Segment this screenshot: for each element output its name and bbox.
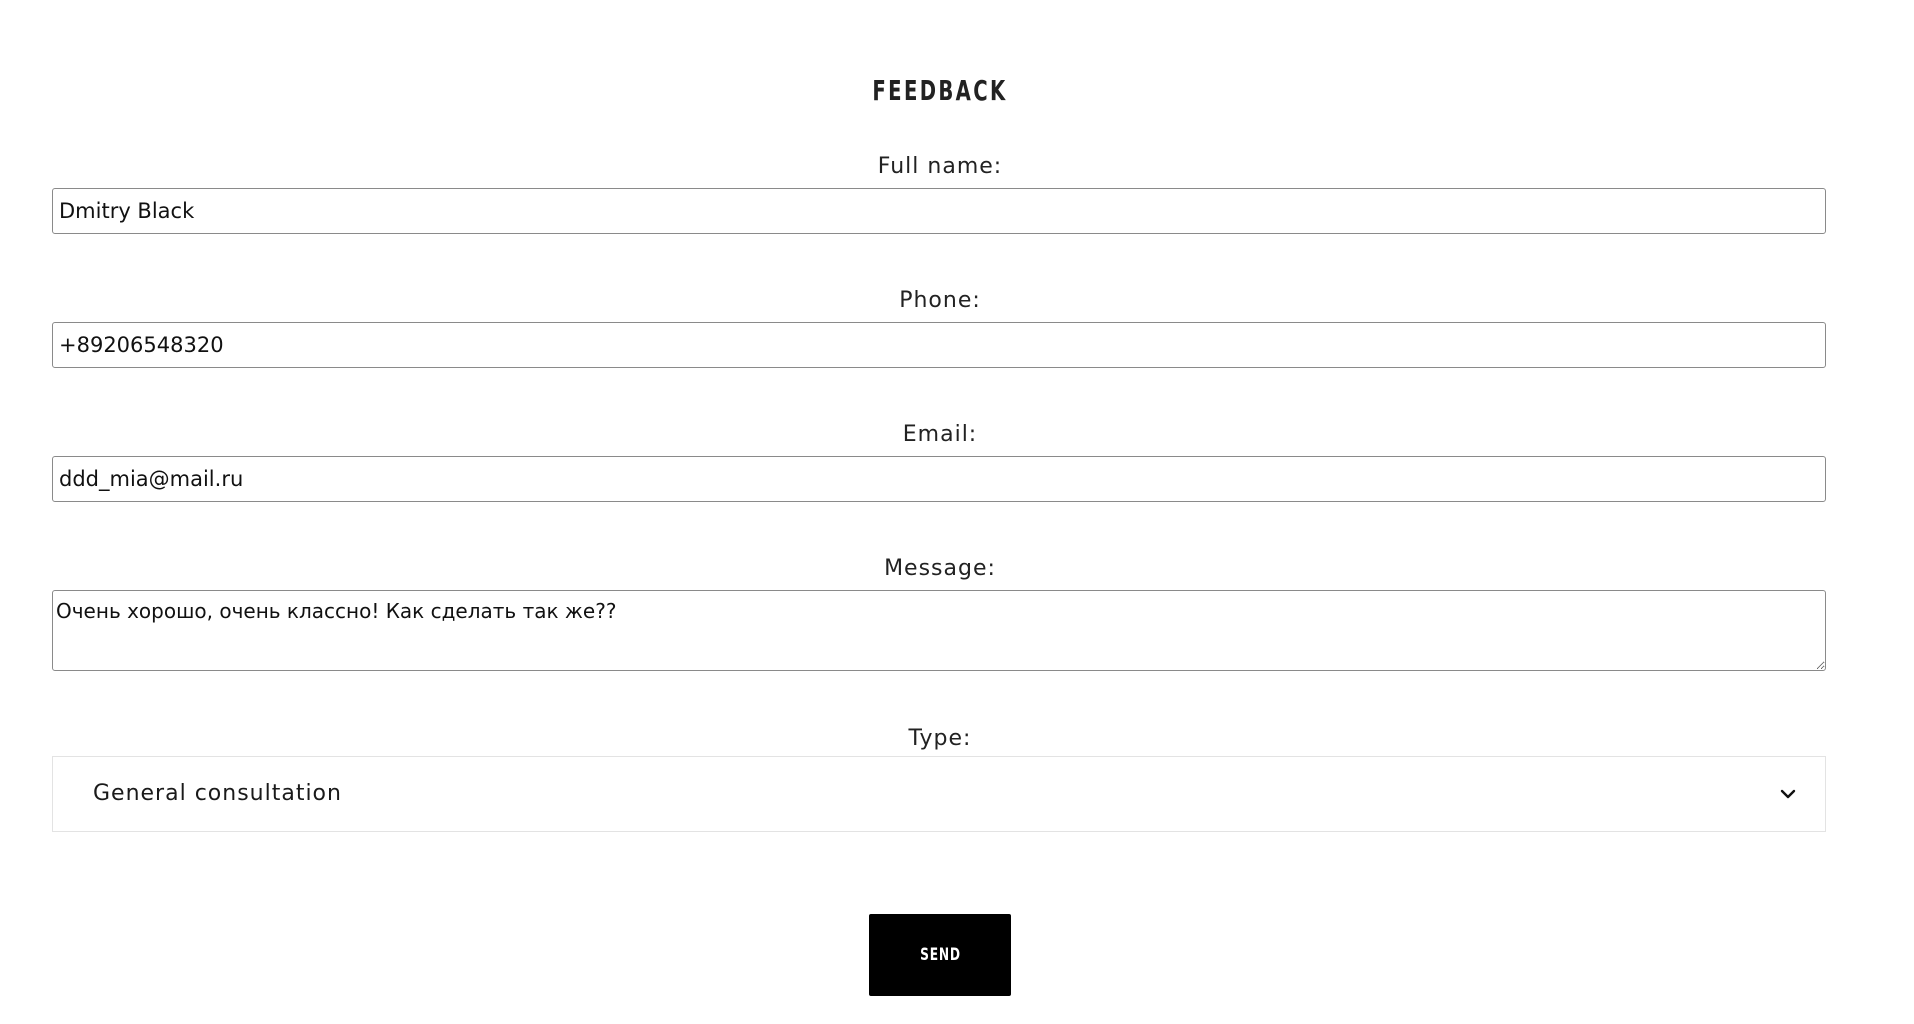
feedback-page: FEEDBACK Full name: Phone: Email: Messag… <box>0 0 1914 1024</box>
message-label: Message: <box>884 556 996 581</box>
email-label: Email: <box>902 422 978 447</box>
phone-field[interactable] <box>52 322 1826 368</box>
type-label: Type: <box>908 726 972 751</box>
send-button[interactable]: SEND <box>869 914 1011 996</box>
type-select[interactable]: General consultation <box>52 756 1826 832</box>
type-select-value: General consultation <box>93 781 342 806</box>
page-title: FEEDBACK <box>872 74 1008 107</box>
message-textarea[interactable]: Очень хорошо, очень классно! Как сделать… <box>52 590 1826 671</box>
phone-label: Phone: <box>899 288 981 313</box>
chevron-down-icon <box>1780 789 1796 799</box>
full-name-label: Full name: <box>877 154 1003 179</box>
email-field[interactable] <box>52 456 1826 502</box>
send-button-label: SEND <box>919 945 961 965</box>
full-name-field[interactable] <box>52 188 1826 234</box>
